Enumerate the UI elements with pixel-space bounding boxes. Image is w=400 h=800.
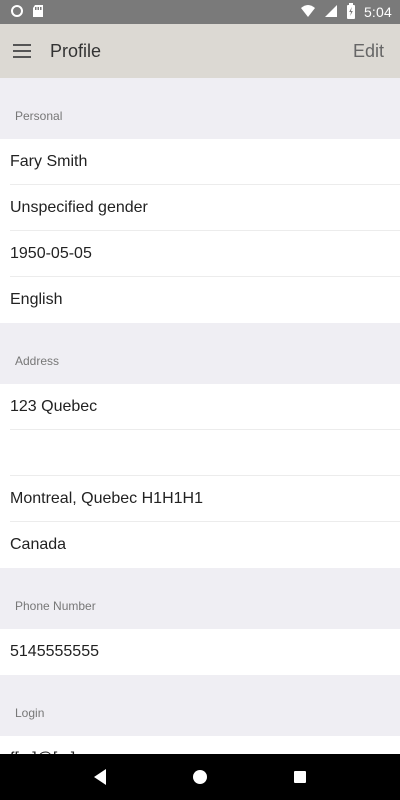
- circle-icon: [10, 4, 24, 21]
- name-row: Fary Smith: [10, 139, 400, 185]
- section-address: 123 Quebec Montreal, Quebec H1H1H1 Canad…: [0, 384, 400, 568]
- hamburger-menu-icon[interactable]: [12, 41, 32, 61]
- birthdate-row: 1950-05-05: [10, 231, 400, 277]
- status-left: [10, 4, 44, 21]
- status-time: 5:04: [363, 4, 392, 20]
- section-header-address: Address: [0, 323, 400, 384]
- home-circle-icon[interactable]: [188, 765, 212, 789]
- sd-card-icon: [32, 4, 44, 21]
- section-header-personal: Personal: [0, 78, 400, 139]
- address-line2-row: [10, 430, 400, 476]
- address-line1-row: 123 Quebec: [10, 384, 400, 430]
- recents-square-icon[interactable]: [288, 765, 312, 789]
- language-row: English: [10, 291, 63, 308]
- section-personal: Fary Smith Unspecified gender 1950-05-05…: [0, 139, 400, 323]
- signal-icon: [324, 4, 338, 21]
- profile-content: Personal Fary Smith Unspecified gender 1…: [0, 78, 400, 754]
- country-row: Canada: [10, 536, 67, 553]
- app-bar: Profile Edit: [0, 24, 400, 78]
- section-login: f[...]@[...]: [0, 736, 400, 754]
- city-row: Montreal, Quebec H1H1H1: [10, 476, 400, 522]
- wifi-icon: [300, 4, 316, 21]
- battery-icon: [346, 2, 356, 22]
- status-bar: 5:04: [0, 0, 400, 24]
- phone-row: 5145555555: [10, 643, 99, 660]
- navigation-bar: [0, 754, 400, 800]
- gender-row: Unspecified gender: [10, 185, 400, 231]
- back-triangle-icon[interactable]: [88, 765, 112, 789]
- section-header-phone: Phone Number: [0, 568, 400, 629]
- login-row: f[...]@[...]: [10, 736, 400, 754]
- section-phone: 5145555555: [0, 629, 400, 675]
- edit-button[interactable]: Edit: [353, 41, 384, 62]
- section-header-login: Login: [0, 675, 400, 736]
- page-title: Profile: [50, 40, 102, 61]
- status-right: 5:04: [300, 2, 392, 22]
